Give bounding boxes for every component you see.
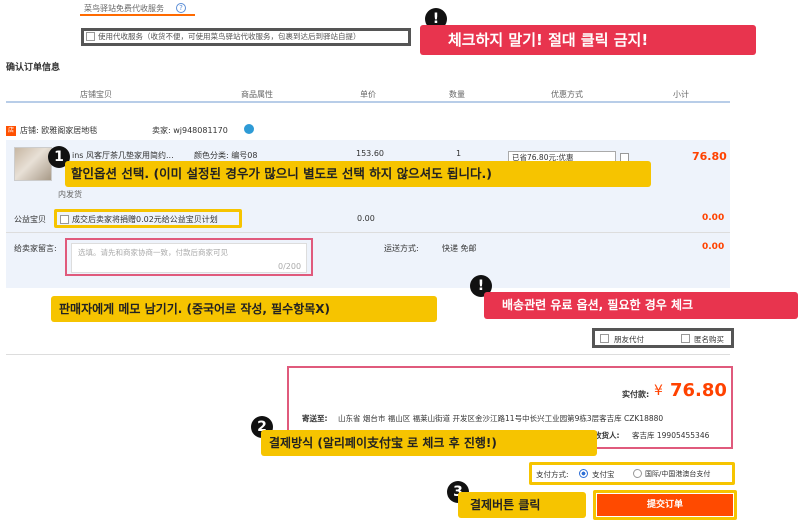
seller-name[interactable]: 卖家: wj948081170 [152,125,228,136]
col-header-price: 单价 [360,90,376,99]
friend-pay-checkbox[interactable] [600,334,609,343]
shop-icon: 店 [6,126,16,136]
col-header-discount: 优惠方式 [551,90,583,99]
alipay-radio[interactable] [579,469,588,478]
anonymous-label: 匿名购买 [694,335,724,344]
memo-count: 0/200 [278,262,302,271]
callout-no-click: 체크하지 말기! 절대 클릭 금지! [420,25,756,55]
ship-method-value: 快递 免邮 [442,244,477,253]
col-header-subtotal: 小计 [673,90,689,99]
friend-pay-label: 朋友代付 [614,335,644,344]
tab-underline [80,14,195,16]
callout-discount: 할인옵션 선택. (이미 설정된 경우가 많으니 별도로 선택 하지 않으셔도 … [65,161,651,187]
ship-method-label: 运送方式: [384,244,419,253]
receiver-label: 收货人: [594,431,620,440]
item-subtotal: 76.80 [692,150,727,163]
callout-payment-method: 결제방식 (알리페이支付宝 로 체크 후 진행!) [261,430,597,456]
address-label: 寄送至: [302,414,328,423]
callout-shipping: 배송관련 유료 옵션, 필요한 경우 체크 [484,292,798,319]
header-divider [6,101,730,103]
callout-memo: 판매자에게 메모 남기기. (중국어로 작성, 필수항목X) [51,296,437,322]
submit-order-button[interactable]: 提交订单 [597,494,733,516]
ship-note: 内发货 [58,190,82,199]
agent-service-checkbox[interactable] [86,32,95,41]
intl-pay-label: 国际/中国港澳台支付 [645,470,711,478]
total-amount: 76.80 [670,380,727,401]
memo-label: 给卖家留言: [14,244,57,253]
public-checkbox[interactable] [60,215,69,224]
ship-amount: 0.00 [702,242,725,252]
item-price: 153.60 [356,149,384,158]
agent-service-label: 使用代收服务（收货不便，可使用菜鸟驿站代收服务，包裹到达后到驿站自提） [98,32,361,41]
memo-placeholder: 选填。请先和商家协商一致，付款后商家可见 [78,248,228,257]
public-subtotal: 0.00 [702,213,725,223]
public-label: 公益宝贝 [14,215,46,224]
alipay-label: 支付宝 [592,470,615,479]
item-qty: 1 [456,149,462,158]
row-divider [6,232,730,233]
section-divider [6,354,730,355]
anonymous-checkbox[interactable] [681,334,690,343]
shop-name[interactable]: 店铺: 欧雅阁家居地毯 [20,125,97,136]
public-amount: 0.00 [357,214,375,223]
item-name[interactable]: ins 风客厅茶几垫家用简约... [72,150,174,161]
intl-pay-radio[interactable] [633,469,642,478]
item-attr: 颜色分类: 编号08 [194,151,258,160]
tab-agent-service[interactable]: 菜鸟驿站免费代收服务 [84,3,164,14]
total-currency: ¥ [654,383,663,399]
col-header-qty: 数量 [449,90,465,99]
receiver-value: 客吉库 19905455346 [632,431,710,440]
col-header-attr: 商品属性 [241,90,273,99]
help-icon[interactable]: ? [176,3,186,13]
chat-icon[interactable] [244,124,254,134]
col-header-item: 店铺宝贝 [80,90,112,99]
total-label: 实付款: [622,390,650,399]
pay-method-label: 支付方式: [536,470,569,479]
order-title: 确认订单信息 [6,63,61,73]
item-thumbnail[interactable] [14,147,52,181]
callout-submit: 결제버튼 클릭 [458,492,586,518]
address-value: 山东省 烟台市 福山区 福莱山街道 开发区金沙江路11号中长兴工业园第9栋3层客… [338,414,664,423]
public-desc: 成交后卖家将捐赠0.02元给公益宝贝计划 [72,215,218,224]
